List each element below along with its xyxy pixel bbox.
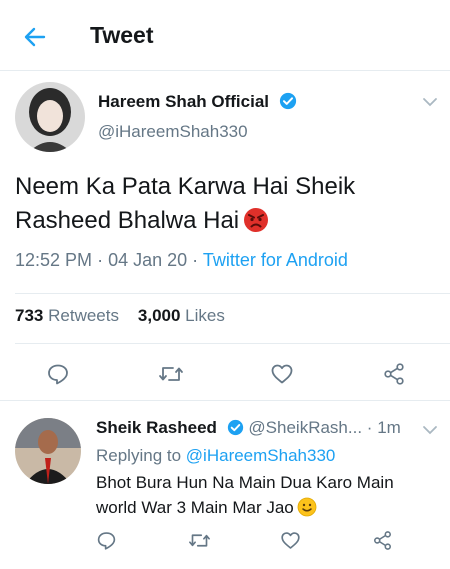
like-heart-icon[interactable] — [280, 530, 301, 551]
tweet-author-handle[interactable]: @iHareemShah330 — [98, 122, 248, 142]
share-icon[interactable] — [382, 362, 406, 386]
tweet-author-name[interactable]: Hareem Shah Official — [98, 92, 269, 111]
tweet-author-name-row[interactable]: Hareem Shah Official — [98, 92, 297, 112]
replying-to-label: Replying to — [96, 446, 182, 465]
reply-time-separator: · — [366, 418, 378, 437]
top-app-bar: Tweet — [0, 0, 450, 71]
chevron-down-icon[interactable] — [422, 96, 438, 108]
reply-icon[interactable] — [46, 362, 70, 386]
page-title: Tweet — [90, 22, 154, 48]
likes-label: Likes — [185, 306, 225, 325]
reply-author-name[interactable]: Sheik Rasheed — [96, 418, 217, 437]
divider — [15, 343, 450, 344]
verified-badge-icon — [227, 419, 243, 436]
slightly-smiling-face-icon — [297, 497, 317, 517]
divider — [15, 293, 450, 294]
reply-author-handle[interactable]: @SheikRash... — [248, 418, 362, 437]
meta-separator: · — [97, 250, 109, 270]
tweet-body: Neem Ka Pata Karwa Hai Sheik Rasheed Bha… — [15, 170, 435, 238]
reply-body: Bhot Bura Hun Na Main Dua Karo Main worl… — [96, 470, 436, 520]
verified-badge-icon — [279, 92, 296, 110]
reply-header: Sheik Rasheed @SheikRash... · 1m — [96, 418, 401, 438]
like-heart-icon[interactable] — [270, 362, 294, 386]
retweets-stat[interactable]: 733 Retweets — [15, 306, 119, 325]
tweet-text: Neem Ka Pata Karwa Hai Sheik Rasheed Bha… — [15, 173, 356, 234]
likes-count: 3,000 — [137, 306, 181, 325]
likes-stat[interactable]: 3,000 Likes — [138, 306, 225, 325]
chevron-down-icon[interactable] — [422, 424, 438, 436]
retweet-icon[interactable] — [158, 362, 184, 386]
replying-to-mention[interactable]: @iHareemShah330 — [186, 446, 336, 465]
tweet-source-link[interactable]: Twitter for Android — [203, 250, 348, 270]
reply-avatar[interactable] — [15, 418, 81, 484]
retweet-icon[interactable] — [188, 530, 211, 551]
replying-to-line: Replying to @iHareemShah330 — [96, 446, 335, 466]
meta-separator: · — [192, 250, 203, 270]
reply-icon[interactable] — [96, 530, 117, 551]
retweets-count: 733 — [15, 306, 44, 325]
tweet-meta: 12:52 PM · 04 Jan 20 · Twitter for Andro… — [15, 250, 348, 271]
back-arrow-icon[interactable] — [20, 22, 50, 52]
retweets-label: Retweets — [48, 306, 119, 325]
avatar[interactable] — [15, 82, 85, 152]
reply-time: 1m — [377, 418, 401, 437]
divider — [0, 400, 450, 401]
share-icon[interactable] — [372, 530, 393, 551]
tweet-stats: 733 Retweets 3,000 Likes — [15, 306, 225, 326]
angry-face-icon — [244, 208, 269, 232]
tweet-date: 04 Jan 20 — [108, 250, 188, 270]
reply-text: Bhot Bura Hun Na Main Dua Karo Main worl… — [96, 473, 394, 517]
tweet-time: 12:52 PM — [15, 250, 93, 270]
